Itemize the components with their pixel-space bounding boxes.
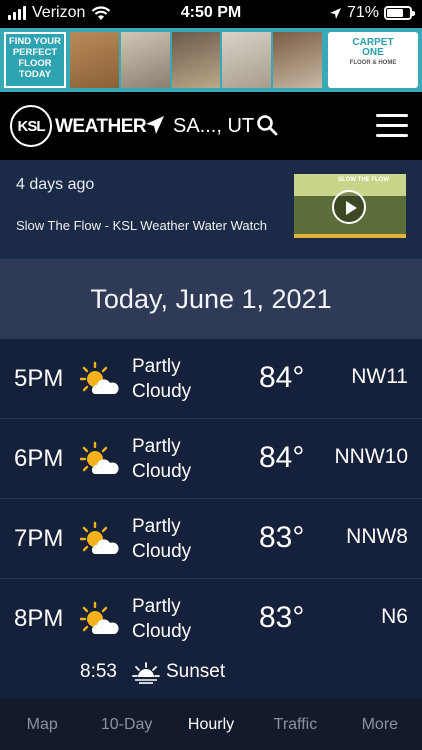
forecast-temp: 83° (259, 521, 305, 554)
sunset-time: 8:53 (80, 661, 117, 682)
ad-headline: FIND YOUR PERFECT FLOOR TODAY (4, 32, 66, 88)
partly-cloudy-icon (80, 361, 119, 394)
play-icon[interactable] (332, 190, 366, 224)
location-arrow-icon (329, 7, 341, 19)
tab-hourly[interactable]: Hourly (169, 698, 253, 750)
forecast-condition: Partly Cloudy (132, 516, 192, 562)
sunset-icon (132, 662, 160, 684)
forecast-condition: Partly Cloudy (132, 356, 192, 402)
tab-more[interactable]: More (338, 698, 422, 750)
status-bar: Verizon 4:50 PM 71% (0, 0, 422, 28)
forecast-condition: Partly Cloudy (132, 596, 192, 642)
news-headline[interactable]: Slow The Flow - KSL Weather Water Watch (16, 218, 267, 233)
tab-traffic[interactable]: Traffic (253, 698, 337, 750)
hamburger-menu-icon[interactable] (376, 114, 408, 138)
location-arrow-icon[interactable] (144, 114, 166, 136)
app-header: KSL WEATHER SA..., UT (0, 92, 422, 160)
forecast-wind: NNW8 (346, 525, 408, 548)
date-heading: Today, June 1, 2021 (0, 260, 422, 338)
forecast-hour: 6PM (14, 445, 64, 472)
location-label[interactable]: SA..., UT (173, 115, 254, 138)
news-card[interactable]: 4 days ago Slow The Flow - KSL Weather W… (0, 160, 422, 260)
forecast-temp: 84° (259, 361, 305, 394)
forecast-wind: N6 (381, 605, 408, 628)
forecast-wind: NNW10 (334, 445, 408, 468)
battery-icon (384, 6, 415, 20)
forecast-wind: NW11 (351, 365, 408, 388)
ksl-logo[interactable]: KSL (10, 105, 52, 147)
news-age: 4 days ago (16, 176, 95, 193)
forecast-temp: 84° (259, 441, 305, 474)
carpet-one-logo: CARPET ONE FLOOR & HOME (328, 32, 418, 88)
forecast-hour: 5PM (14, 365, 64, 392)
forecast-condition: Partly Cloudy (132, 436, 192, 482)
tab-map[interactable]: Map (0, 698, 84, 750)
forecast-row: 7PM Partly Cloudy 83° NNW8 (0, 498, 422, 578)
partly-cloudy-icon (80, 601, 119, 634)
partly-cloudy-icon (80, 441, 119, 474)
forecast-hour: 8PM (14, 605, 64, 632)
search-icon[interactable] (256, 114, 278, 136)
forecast-row: 6PM Partly Cloudy 84° NNW10 (0, 418, 422, 498)
partly-cloudy-icon (80, 521, 119, 554)
ad-banner[interactable]: FIND YOUR PERFECT FLOOR TODAY CARPET ONE… (0, 28, 422, 92)
forecast-row: 8PM Partly Cloudy 83° N6 8:53 Sunset (0, 578, 422, 699)
ad-photo-strip (70, 32, 322, 88)
forecast-row: 5PM Partly Cloudy 84° NW11 (0, 338, 422, 418)
video-thumbnail[interactable]: SLOW THE FLOW (294, 174, 406, 238)
sunset-label: Sunset (166, 661, 226, 682)
battery-percent: 71% (346, 4, 379, 21)
bottom-tab-bar: Map 10-Day Hourly Traffic More (0, 698, 422, 750)
weather-wordmark: WEATHER (55, 116, 147, 137)
forecast-hour: 7PM (14, 525, 64, 552)
tab-10-day[interactable]: 10-Day (84, 698, 168, 750)
forecast-temp: 83° (259, 601, 305, 634)
